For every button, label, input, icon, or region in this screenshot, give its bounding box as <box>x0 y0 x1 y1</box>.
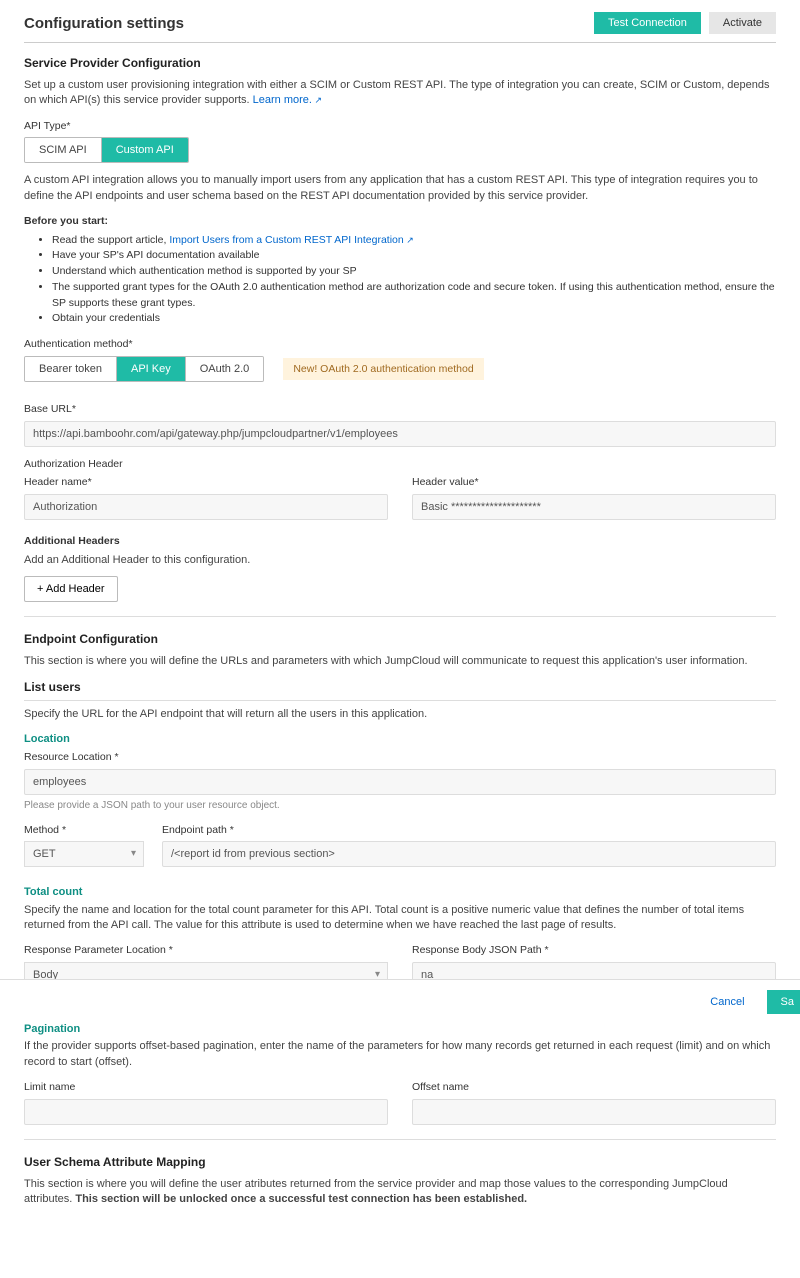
location-subheading: Location <box>24 732 776 747</box>
custom-api-desc: A custom API integration allows you to m… <box>24 173 776 204</box>
base-url-label: Base URL* <box>24 402 776 417</box>
auth-oauth[interactable]: OAuth 2.0 <box>186 357 264 381</box>
before-you-start-label: Before you start: <box>24 214 776 229</box>
sp-config-desc: Set up a custom user provisioning integr… <box>24 78 776 109</box>
method-select <box>24 841 144 867</box>
resource-location-label: Resource Location * <box>24 750 776 765</box>
pagination-subheading: Pagination <box>24 1022 776 1037</box>
page-title: Configuration settings <box>24 13 184 34</box>
save-button[interactable]: Sa <box>767 990 800 1014</box>
total-count-subheading: Total count <box>24 885 776 900</box>
auth-bearer[interactable]: Bearer token <box>25 357 117 381</box>
auth-header-heading: Authorization Header <box>24 457 776 472</box>
auth-apikey[interactable]: API Key <box>117 357 186 381</box>
list-users-desc: Specify the URL for the API endpoint tha… <box>24 707 776 722</box>
add-header-button[interactable]: + Add Header <box>24 576 118 602</box>
header-value-label: Header value* <box>412 475 776 490</box>
cancel-button[interactable]: Cancel <box>700 990 754 1014</box>
api-type-toggle: SCIM API Custom API <box>24 137 189 163</box>
method-label: Method * <box>24 823 144 838</box>
before-item-5: Obtain your credentials <box>52 311 776 327</box>
api-type-scim[interactable]: SCIM API <box>25 138 102 162</box>
endpoint-path-label: Endpoint path * <box>162 823 776 838</box>
offset-name-label: Offset name <box>412 1080 776 1095</box>
sp-config-heading: Service Provider Configuration <box>24 55 776 72</box>
endpoint-config-desc: This section is where you will define th… <box>24 654 776 669</box>
activate-button[interactable]: Activate <box>709 12 776 34</box>
schema-mapping-heading: User Schema Attribute Mapping <box>24 1154 776 1171</box>
header-buttons: Test Connection Activate <box>594 12 776 34</box>
pagination-row: Limit name Offset name <box>24 1080 776 1125</box>
response-param-loc-label: Response Parameter Location * <box>24 943 388 958</box>
oauth-notice: New! OAuth 2.0 authentication method <box>283 358 483 381</box>
auth-method-toggle: Bearer token API Key OAuth 2.0 <box>24 356 264 382</box>
before-item-3: Understand which authentication method i… <box>52 264 776 280</box>
base-url-input[interactable] <box>24 421 776 447</box>
response-json-path-label: Response Body JSON Path * <box>412 943 776 958</box>
test-connection-button[interactable]: Test Connection <box>594 12 701 34</box>
auth-method-row: Bearer token API Key OAuth 2.0 New! OAut… <box>24 356 776 392</box>
footer-bar: Cancel Sa <box>0 979 800 1024</box>
limit-name-input[interactable] <box>24 1099 388 1125</box>
endpoint-path-input[interactable] <box>162 841 776 867</box>
import-users-article-link[interactable]: Import Users from a Custom REST API Inte… <box>169 234 413 246</box>
auth-method-label: Authentication method* <box>24 337 776 352</box>
endpoint-config-heading: Endpoint Configuration <box>24 631 776 648</box>
limit-name-label: Limit name <box>24 1080 388 1095</box>
before-item-1: Read the support article, Import Users f… <box>52 233 776 249</box>
additional-headers-heading: Additional Headers <box>24 534 776 549</box>
before-item-4: The supported grant types for the OAuth … <box>52 280 776 312</box>
page-header: Configuration settings Test Connection A… <box>24 8 776 43</box>
resource-location-input[interactable] <box>24 769 776 795</box>
list-users-heading: List users <box>24 679 776 701</box>
offset-name-input[interactable] <box>412 1099 776 1125</box>
method-endpoint-row: Method * Endpoint path * <box>24 823 776 868</box>
header-name-label: Header name* <box>24 475 388 490</box>
divider-1 <box>24 616 776 617</box>
learn-more-link[interactable]: Learn more. <box>253 94 322 106</box>
before-you-start-list: Read the support article, Import Users f… <box>24 233 776 328</box>
divider-2 <box>24 1139 776 1140</box>
resource-location-hint: Please provide a JSON path to your user … <box>24 799 776 813</box>
total-count-desc: Specify the name and location for the to… <box>24 903 776 934</box>
additional-headers-desc: Add an Additional Header to this configu… <box>24 553 776 568</box>
header-name-input[interactable] <box>24 494 388 520</box>
pagination-desc: If the provider supports offset-based pa… <box>24 1039 776 1070</box>
api-type-label: API Type* <box>24 119 776 134</box>
api-type-custom[interactable]: Custom API <box>102 138 188 162</box>
header-value-input[interactable] <box>412 494 776 520</box>
schema-mapping-desc: This section is where you will define th… <box>24 1177 776 1208</box>
before-item-2: Have your SP's API documentation availab… <box>52 248 776 264</box>
auth-header-row: Header name* Header value* <box>24 475 776 520</box>
